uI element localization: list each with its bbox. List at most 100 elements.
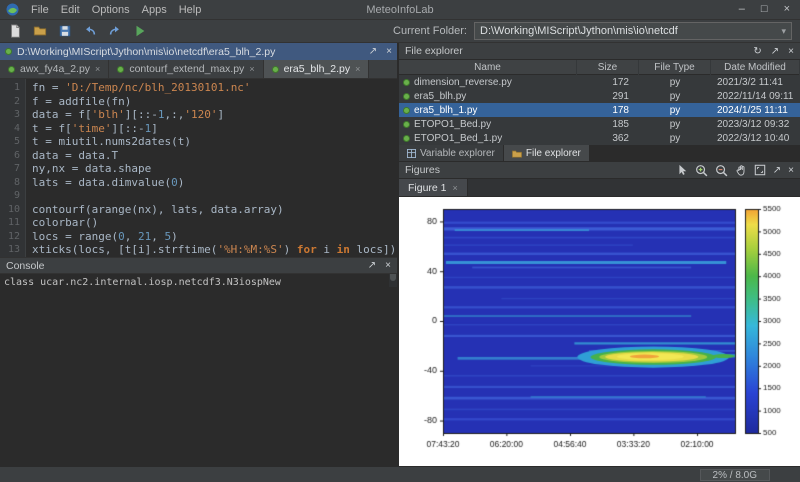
float-panel-icon[interactable]: ↗ bbox=[369, 46, 377, 57]
chevron-down-icon[interactable]: ▾ bbox=[781, 26, 786, 37]
close-panel-icon[interactable]: × bbox=[788, 46, 794, 57]
float-panel-icon[interactable]: ↗ bbox=[773, 165, 781, 176]
current-folder-value: D:\Working\MIScript\Jython\mis\io\netcdf bbox=[480, 25, 678, 37]
editor-path-bar: D:\Working\MIScript\Jython\mis\io\netcdf… bbox=[0, 43, 397, 60]
tab-label: contourf_extend_max.py bbox=[129, 63, 244, 75]
column-name[interactable]: Name bbox=[399, 60, 577, 75]
editor-file-path: D:\Working\MIScript\Jython\mis\io\netcdf… bbox=[17, 46, 275, 58]
code-text: fn = 'D:/Temp/nc/blh_20130101.nc'f = add… bbox=[26, 79, 397, 257]
main-toolbar: Current Folder: D:\Working\MIScript\Jyth… bbox=[0, 19, 800, 43]
full-extent-icon[interactable] bbox=[754, 164, 766, 176]
variable-explorer-icon bbox=[407, 149, 416, 158]
menu-apps[interactable]: Apps bbox=[136, 4, 173, 16]
meteoinfolab-window: File Edit Options Apps Help MeteoInfoLab… bbox=[0, 0, 800, 482]
float-panel-icon[interactable]: ↗ bbox=[368, 260, 376, 271]
tab-close-icon[interactable]: × bbox=[95, 64, 100, 74]
figures-title: Figures bbox=[405, 164, 440, 176]
scrollbar-thumb[interactable] bbox=[390, 274, 396, 281]
python-file-icon bbox=[8, 66, 15, 73]
menu-edit[interactable]: Edit bbox=[55, 4, 86, 16]
tab-label: Figure 1 bbox=[408, 182, 447, 194]
tab-label: era5_blh_2.py bbox=[284, 63, 351, 75]
explorer-tool-tabs: Variable explorer File explorer bbox=[399, 145, 800, 162]
refresh-icon[interactable]: ↻ bbox=[753, 46, 761, 57]
python-file-icon bbox=[403, 121, 410, 128]
zoom-out-icon[interactable] bbox=[715, 164, 728, 177]
file-table-body: dimension_reverse.py172py2021/3/2 11:41e… bbox=[399, 75, 800, 145]
console-header: Console ↗ × bbox=[0, 257, 397, 274]
select-arrow-icon[interactable] bbox=[676, 164, 688, 176]
tab-label: Variable explorer bbox=[420, 148, 495, 159]
python-file-icon bbox=[272, 66, 279, 73]
current-folder-combo[interactable]: D:\Working\MIScript\Jython\mis\io\netcdf… bbox=[474, 22, 792, 40]
code-editor[interactable]: 12345678910111213 fn = 'D:/Temp/nc/blh_2… bbox=[0, 79, 397, 257]
column-file-type[interactable]: File Type bbox=[639, 60, 711, 75]
pan-hand-icon[interactable] bbox=[735, 164, 747, 176]
memory-indicator[interactable]: 2% / 8.0G bbox=[700, 469, 770, 481]
editor-panel: D:\Working\MIScript\Jython\mis\io\netcdf… bbox=[0, 43, 397, 466]
python-file-icon bbox=[403, 135, 410, 142]
editor-tab-bar: awx_fy4a_2.py × contourf_extend_max.py ×… bbox=[0, 60, 397, 79]
float-panel-icon[interactable]: ↗ bbox=[771, 46, 779, 57]
undo-button[interactable] bbox=[81, 22, 99, 40]
close-panel-icon[interactable]: × bbox=[386, 46, 392, 57]
tab-label: awx_fy4a_2.py bbox=[20, 63, 90, 75]
figure-area bbox=[399, 197, 800, 466]
open-file-button[interactable] bbox=[31, 22, 49, 40]
file-explorer-header: File explorer ↻ ↗ × bbox=[399, 43, 800, 60]
close-panel-icon[interactable]: × bbox=[385, 260, 391, 271]
console-output[interactable]: class ucar.nc2.internal.iosp.netcdf3.N3i… bbox=[0, 274, 397, 466]
python-file-icon bbox=[5, 48, 12, 55]
console-lines: class ucar.nc2.internal.iosp.netcdf3.N3i… bbox=[4, 276, 387, 289]
file-row[interactable]: ETOPO1_Bed_1.py362py2022/3/12 10:40 bbox=[399, 131, 800, 145]
status-bar: 2% / 8.0G bbox=[0, 466, 800, 482]
tab-close-icon[interactable]: × bbox=[453, 183, 458, 193]
file-row[interactable]: ETOPO1_Bed.py185py2023/3/12 09:32 bbox=[399, 117, 800, 131]
line-number-gutter: 12345678910111213 bbox=[0, 79, 26, 257]
figures-header: Figures ↗ × bbox=[399, 162, 800, 179]
tab-close-icon[interactable]: × bbox=[355, 64, 360, 74]
window-controls: – □ × bbox=[739, 0, 794, 19]
file-table-header: Name Size File Type Date Modified bbox=[399, 60, 800, 75]
new-file-icon bbox=[8, 24, 22, 38]
figure-toolbar: ↗ × bbox=[676, 164, 794, 177]
close-button[interactable]: × bbox=[784, 0, 790, 19]
tab-contourf-extend-max[interactable]: contourf_extend_max.py × bbox=[109, 60, 263, 78]
figure-plot[interactable] bbox=[399, 197, 800, 466]
python-file-icon bbox=[403, 79, 410, 86]
run-icon bbox=[133, 24, 147, 38]
file-row[interactable]: era5_blh_1.py178py2024/1/25 11:11 bbox=[399, 103, 800, 117]
menu-file[interactable]: File bbox=[25, 4, 55, 16]
console-title: Console bbox=[6, 260, 45, 272]
tab-close-icon[interactable]: × bbox=[249, 64, 254, 74]
python-file-icon bbox=[403, 107, 410, 114]
menu-options[interactable]: Options bbox=[86, 4, 136, 16]
file-explorer-title: File explorer bbox=[405, 45, 463, 57]
menu-help[interactable]: Help bbox=[173, 4, 208, 16]
close-panel-icon[interactable]: × bbox=[788, 165, 794, 176]
save-button[interactable] bbox=[56, 22, 74, 40]
python-file-icon bbox=[403, 93, 410, 100]
save-icon bbox=[58, 24, 72, 38]
app-logo-icon bbox=[6, 3, 19, 16]
column-size[interactable]: Size bbox=[577, 60, 639, 75]
file-row[interactable]: dimension_reverse.py172py2021/3/2 11:41 bbox=[399, 75, 800, 89]
column-date-modified[interactable]: Date Modified bbox=[711, 60, 800, 75]
tab-awx-fy4a-2[interactable]: awx_fy4a_2.py × bbox=[0, 60, 109, 78]
tab-figure-1[interactable]: Figure 1 × bbox=[399, 179, 468, 196]
python-file-icon bbox=[117, 66, 124, 73]
minimize-button[interactable]: – bbox=[739, 0, 745, 19]
new-file-button[interactable] bbox=[6, 22, 24, 40]
tab-file-explorer[interactable]: File explorer bbox=[504, 145, 589, 161]
tab-era5-blh-2[interactable]: era5_blh_2.py × bbox=[264, 60, 370, 78]
redo-icon bbox=[108, 24, 122, 38]
run-script-button[interactable] bbox=[131, 22, 149, 40]
maximize-button[interactable]: □ bbox=[761, 0, 768, 19]
console-scrollbar[interactable] bbox=[389, 274, 397, 287]
figure-tab-bar: Figure 1 × bbox=[399, 179, 800, 197]
zoom-in-icon[interactable] bbox=[695, 164, 708, 177]
tab-variable-explorer[interactable]: Variable explorer bbox=[399, 145, 503, 161]
file-row[interactable]: era5_blh.py291py2022/11/14 09:11 bbox=[399, 89, 800, 103]
tab-label: File explorer bbox=[526, 148, 581, 159]
redo-button[interactable] bbox=[106, 22, 124, 40]
